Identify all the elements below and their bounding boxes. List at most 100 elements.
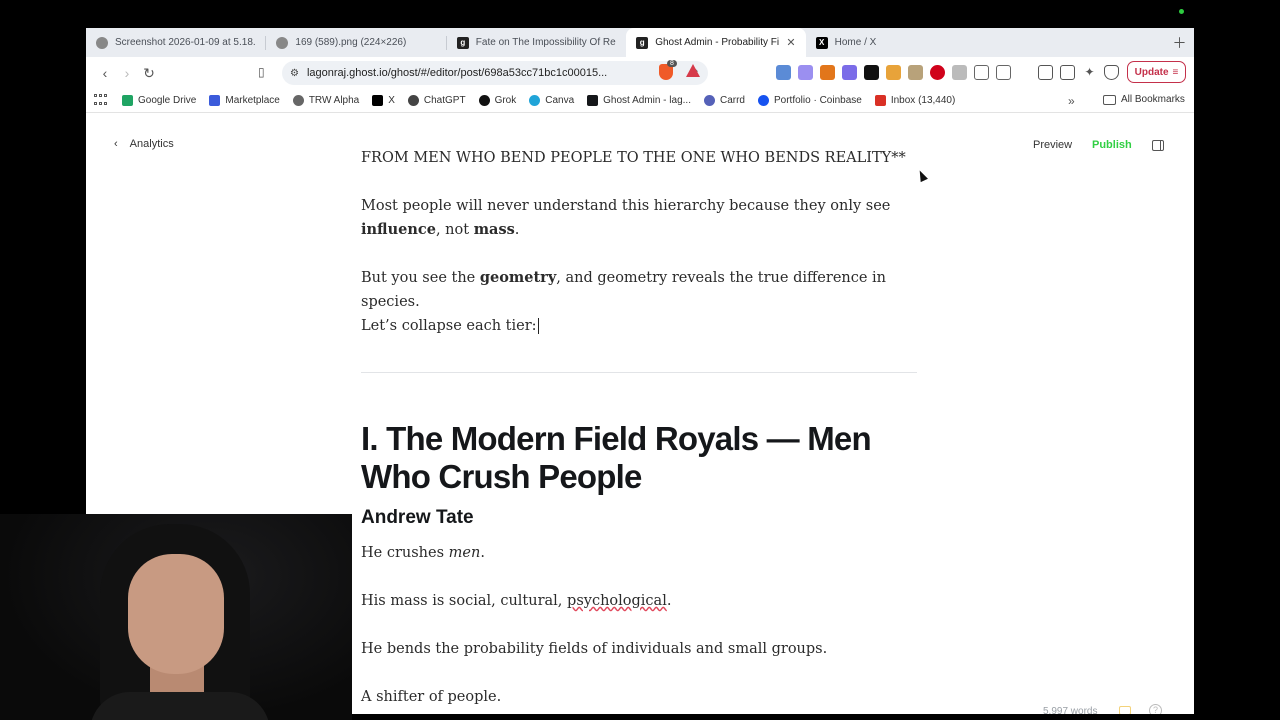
bold-text: mass xyxy=(473,221,515,238)
bookmark-canva[interactable]: Canva xyxy=(529,95,574,106)
extension-icon[interactable] xyxy=(842,65,857,80)
carrd-icon xyxy=(703,95,715,106)
italic-text: men xyxy=(448,545,481,561)
paragraph[interactable]: His mass is social, cultural, psychologi… xyxy=(361,589,921,613)
trw-icon xyxy=(292,95,304,106)
extension-icon[interactable] xyxy=(776,65,791,80)
shields-count-badge: 8 xyxy=(667,60,677,67)
bold-text: influence xyxy=(361,221,436,238)
settings-panel-icon[interactable] xyxy=(1152,140,1164,151)
gmail-icon xyxy=(874,95,886,106)
bookmark-coinbase[interactable]: Portfolio · Coinbase xyxy=(758,95,862,106)
screenshot-icon[interactable] xyxy=(996,65,1011,80)
bold-text: geometry xyxy=(479,269,557,286)
section-heading[interactable]: I. The Modern Field Royals — Men Who Cru… xyxy=(361,420,921,496)
all-bookmarks-label: All Bookmarks xyxy=(1121,94,1185,105)
folder-icon xyxy=(1103,94,1116,105)
bookmark-gmail[interactable]: Inbox (13,440) xyxy=(874,95,955,106)
preview-button[interactable]: Preview xyxy=(1033,139,1072,151)
recording-indicator xyxy=(1179,9,1184,14)
bookmark-icon[interactable]: ▯ xyxy=(258,65,265,79)
shield-icon[interactable] xyxy=(952,65,967,80)
horizontal-rule xyxy=(361,372,917,373)
globe-icon xyxy=(276,36,289,49)
reload-icon[interactable]: ↻ xyxy=(138,62,160,84)
tab-png[interactable]: 169 (589).png (224×226) xyxy=(266,28,445,57)
ghost-icon: g xyxy=(636,36,649,49)
metamask-icon[interactable] xyxy=(820,65,835,80)
extension-icon[interactable] xyxy=(908,65,923,80)
wallet-icon[interactable] xyxy=(1060,65,1075,80)
bookmark-ghost-admin[interactable]: Ghost Admin - lag... xyxy=(587,95,691,106)
ghost-icon: g xyxy=(456,36,469,49)
paragraph-text: . xyxy=(666,593,672,609)
extension-icon[interactable] xyxy=(864,65,879,80)
paragraph-text: , not xyxy=(435,222,474,238)
vpn-icon[interactable] xyxy=(1104,65,1119,80)
url-text[interactable]: lagonraj.ghost.io/ghost/#/editor/post/69… xyxy=(307,67,683,79)
bookmark-label: ChatGPT xyxy=(423,95,466,106)
paragraph[interactable]: Let’s collapse each tier: xyxy=(361,314,921,338)
extension-icon[interactable] xyxy=(886,65,901,80)
leo-ai-icon[interactable]: ✦ xyxy=(1082,65,1097,80)
paragraph-text: A shifter of people. xyxy=(361,689,502,705)
back-icon[interactable]: ‹ xyxy=(94,62,116,84)
bookmark-chatgpt[interactable]: ChatGPT xyxy=(407,95,466,106)
tab-label: Ghost Admin - Probability Field xyxy=(655,37,780,48)
misspelled-word[interactable]: psychological xyxy=(567,593,667,609)
paragraph-text: . xyxy=(480,545,485,561)
paragraph-text: He bends the probability fields of indiv… xyxy=(361,641,828,657)
paragraph-text: FROM MEN WHO BEND PEOPLE TO THE ONE WHO … xyxy=(361,150,906,166)
sidebar-icon[interactable] xyxy=(1038,65,1053,80)
paragraph[interactable]: FROM MEN WHO BEND PEOPLE TO THE ONE WHO … xyxy=(361,146,921,170)
paragraph[interactable]: He crushes men. xyxy=(361,541,921,565)
bookmark-trw-alpha[interactable]: TRW Alpha xyxy=(292,95,359,106)
new-tab-button[interactable]: ＋ xyxy=(1165,28,1194,57)
back-to-analytics[interactable]: ‹ Analytics xyxy=(114,138,174,150)
paragraph[interactable]: He bends the probability fields of indiv… xyxy=(361,637,921,661)
publish-button[interactable]: Publish xyxy=(1092,139,1132,151)
paragraph[interactable]: A shifter of people. xyxy=(361,685,921,709)
all-bookmarks[interactable]: All Bookmarks xyxy=(1103,94,1185,105)
help-icon[interactable]: ? xyxy=(1149,704,1162,714)
browser-toolbar: ‹ › ↻ ▯ ⚙ lagonraj.ghost.io/ghost/#/edit… xyxy=(86,57,1194,89)
apps-icon[interactable] xyxy=(94,93,108,108)
menu-icon: ≡ xyxy=(1172,66,1179,78)
subheading[interactable]: Andrew Tate xyxy=(361,507,474,529)
tab-fate[interactable]: g Fate on The Impossibility Of Recog xyxy=(447,28,626,57)
tab-x-home[interactable]: X Home / X xyxy=(806,28,985,57)
tab-ghost-admin[interactable]: g Ghost Admin - Probability Field ✕ xyxy=(626,28,806,57)
more-bookmarks-icon[interactable]: » xyxy=(1068,94,1075,108)
paragraph[interactable]: Most people will never understand this h… xyxy=(361,194,921,242)
bookmark-label: Ghost Admin - lag... xyxy=(603,95,691,106)
tab-screenshot[interactable]: Screenshot 2026-01-09 at 5.18.12 xyxy=(86,28,265,57)
opera-icon[interactable] xyxy=(930,65,945,80)
feedback-icon[interactable] xyxy=(1119,706,1131,714)
tab-label: 169 (589).png (224×226) xyxy=(295,37,407,48)
site-settings-icon[interactable]: ⚙ xyxy=(290,68,299,79)
tab-strip: Screenshot 2026-01-09 at 5.18.12 169 (58… xyxy=(86,28,1194,57)
bookmark-marketplace[interactable]: Marketplace xyxy=(209,95,280,106)
bookmark-label: Portfolio · Coinbase xyxy=(774,95,862,106)
browser-actions: ✦ xyxy=(1038,65,1119,80)
bookmark-x[interactable]: X xyxy=(372,95,395,106)
marketplace-icon xyxy=(209,95,221,106)
tab-label: Fate on The Impossibility Of Recog xyxy=(475,37,617,48)
address-bar[interactable]: ⚙ lagonraj.ghost.io/ghost/#/editor/post/… xyxy=(282,61,708,85)
bookmark-carrd[interactable]: Carrd xyxy=(703,95,745,106)
paragraph[interactable]: But you see the geometry, and geometry r… xyxy=(361,266,921,314)
bookmark-label: Google Drive xyxy=(138,95,197,106)
update-button[interactable]: Update ≡ xyxy=(1127,61,1186,83)
forward-icon[interactable]: › xyxy=(116,62,138,84)
canva-icon xyxy=(529,95,541,106)
close-icon[interactable]: ✕ xyxy=(786,36,795,49)
x-icon: X xyxy=(815,36,828,49)
bookmark-google-drive[interactable]: Google Drive xyxy=(122,95,196,106)
tab-label: Screenshot 2026-01-09 at 5.18.12 xyxy=(115,37,256,48)
puzzle-icon[interactable] xyxy=(974,65,989,80)
bookmark-label: X xyxy=(388,95,395,106)
bookmark-label: Canva xyxy=(545,95,575,106)
brave-rewards-icon[interactable] xyxy=(686,64,700,77)
extension-icon[interactable] xyxy=(798,65,813,80)
bookmark-grok[interactable]: Grok xyxy=(478,95,516,106)
